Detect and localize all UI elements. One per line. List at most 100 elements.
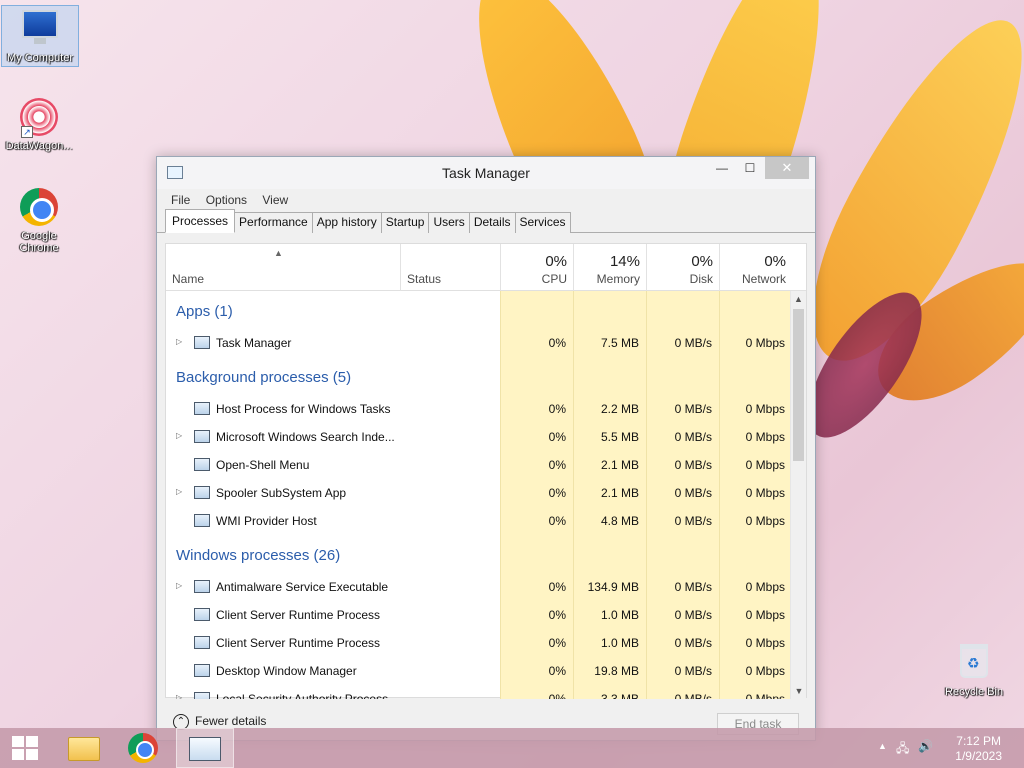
minimize-button[interactable]: — [707, 157, 737, 179]
desktop-icon-my-computer[interactable]: My Computer [1, 5, 79, 67]
disk-value: 0 MB/s [674, 664, 712, 678]
system-tray: ▲ 🖧 🔊 7:12 PM 1/9/2023 [864, 728, 1024, 768]
network-value: 0 Mbps [745, 692, 785, 699]
taskbar: ▲ 🖧 🔊 7:12 PM 1/9/2023 [0, 728, 1024, 768]
tab-app-history[interactable]: App history [311, 212, 382, 233]
task-manager-icon [189, 737, 221, 761]
process-row[interactable]: Host Process for Windows Tasks 0% 2.2 MB 0 … [166, 395, 792, 423]
title-bar[interactable]: Task Manager — ☐ ✕ [157, 157, 815, 189]
tab-users[interactable]: Users [428, 212, 470, 233]
tab-processes[interactable]: Processes [165, 209, 236, 233]
memory-value: 4.8 MB [600, 514, 639, 528]
process-name: Host Process for Windows Tasks [216, 402, 391, 416]
network-icon[interactable]: 🖧 [896, 739, 909, 760]
process-row[interactable]: Client Server Runtime Process 0% 1.0 MB 0 M… [166, 601, 792, 629]
tab-startup[interactable]: Startup [380, 212, 430, 233]
vertical-scrollbar[interactable]: ▲ ▼ [790, 291, 806, 699]
disk-value: 0 MB/s [674, 486, 712, 500]
column-header-memory[interactable]: 14% Memory [573, 244, 646, 291]
maximize-button[interactable]: ☐ [735, 157, 765, 179]
menu-view[interactable]: View [262, 189, 288, 211]
menu-bar: File Options View [157, 189, 815, 211]
disk-value: 0 MB/s [674, 608, 712, 622]
group-header-background[interactable]: Background processes (5) [166, 357, 792, 395]
scroll-up-icon[interactable]: ▲ [791, 291, 806, 307]
desktop-icon-datawagon[interactable]: ↗ DataWagon... [0, 98, 78, 152]
scroll-down-icon[interactable]: ▼ [791, 683, 807, 699]
taskbar-google-chrome[interactable] [116, 728, 170, 768]
cpu-value: 0% [548, 430, 566, 444]
process-row[interactable]: WMI Provider Host 0% 4.8 MB 0 MB/s 0 Mbps [166, 507, 792, 535]
network-value: 0 Mbps [745, 514, 785, 528]
desktop-icon-label: Recycle Bin [944, 686, 1004, 698]
cpu-value: 0% [548, 580, 566, 594]
expand-chevron-icon[interactable]: ▷ [176, 337, 182, 346]
disk-value: 0 MB/s [674, 636, 712, 650]
process-name: Client Server Runtime Process [216, 636, 381, 650]
network-value: 0 Mbps [745, 458, 785, 472]
disk-value: 0 MB/s [674, 402, 712, 416]
expand-chevron-icon[interactable]: ▷ [176, 431, 182, 440]
taskbar-file-explorer[interactable] [56, 728, 110, 768]
recycle-bin-icon [954, 644, 994, 684]
column-header-name[interactable]: ▲ Name [166, 244, 400, 291]
scrollbar-thumb[interactable] [793, 309, 804, 461]
process-row[interactable]: ▷ Spooler SubSystem App 0% 2.1 MB 0 MB/s 0 Mb… [166, 479, 792, 507]
cpu-value: 0% [548, 336, 566, 350]
memory-value: 1.0 MB [600, 608, 639, 622]
network-value: 0 Mbps [745, 636, 785, 650]
process-name: Microsoft Windows Search Inde... [216, 430, 395, 444]
volume-icon[interactable]: 🔊 [918, 739, 933, 753]
column-header-cpu[interactable]: 0% CPU [500, 244, 573, 291]
cpu-value: 0% [548, 608, 566, 622]
process-icon [194, 608, 210, 621]
chrome-icon [128, 733, 158, 763]
process-row[interactable]: Desktop Window Manager 0% 19.8 MB 0 MB/s 0 M… [166, 657, 792, 685]
close-button[interactable]: ✕ [765, 157, 809, 179]
task-manager-window: Task Manager — ☐ ✕ File Options View Pro… [156, 156, 816, 741]
chrome-icon [19, 188, 59, 228]
processes-panel: ▲ Name Status 0% CPU 14% Memory 0% Disk … [165, 243, 807, 699]
group-header-windows[interactable]: Windows processes (26) [166, 535, 792, 573]
expand-chevron-icon[interactable]: ▷ [176, 693, 182, 699]
fewer-details-label: Fewer details [195, 714, 267, 729]
clock[interactable]: 7:12 PM 1/9/2023 [955, 734, 1002, 764]
process-row[interactable]: ▷ Task Manager 0% 7.5 MB 0 MB/s 0 Mbps [166, 329, 792, 357]
desktop-icon-recycle-bin[interactable]: Recycle Bin [935, 642, 1013, 698]
group-title: Apps (1) [176, 303, 233, 320]
process-row[interactable]: Client Server Runtime Process 0% 1.0 MB 0 M… [166, 629, 792, 657]
tab-details[interactable]: Details [468, 212, 516, 233]
desktop-icon-google-chrome[interactable]: Google Chrome [0, 188, 78, 254]
cpu-value: 0% [548, 692, 566, 699]
process-row[interactable]: ▷ Antimalware Service Executable 0% 134.9 M… [166, 573, 792, 601]
desktop-icon-label: Google Chrome [19, 230, 59, 254]
network-value: 0 Mbps [745, 580, 785, 594]
datawagon-icon: ↗ [19, 98, 59, 138]
process-list: Apps (1) ▷ Task Manager 0% 7.5 MB 0 MB/s 0 Mbp… [166, 291, 792, 699]
memory-value: 134.9 MB [587, 580, 639, 594]
process-row[interactable]: ▷ Local Security Authority Process 0% 3.3 M… [166, 685, 792, 699]
menu-file[interactable]: File [171, 189, 190, 211]
show-hidden-icons-icon[interactable]: ▲ [878, 741, 887, 751]
expand-chevron-icon[interactable]: ▷ [176, 487, 182, 496]
windows-logo-icon [12, 736, 38, 760]
clock-time: 7:12 PM [956, 734, 1001, 748]
column-header-disk[interactable]: 0% Disk [646, 244, 719, 291]
menu-options[interactable]: Options [206, 189, 247, 211]
taskbar-task-manager[interactable] [176, 728, 234, 768]
process-row[interactable]: Open-Shell Menu 0% 2.1 MB 0 MB/s 0 Mbps [166, 451, 792, 479]
column-header-status[interactable]: Status [400, 244, 500, 291]
process-name: Desktop Window Manager [216, 664, 357, 678]
group-header-apps[interactable]: Apps (1) [166, 291, 792, 329]
search-indexer-icon [194, 430, 210, 443]
start-button[interactable] [0, 728, 54, 768]
column-header-network[interactable]: 0% Network [719, 244, 792, 291]
cpu-value: 0% [548, 402, 566, 416]
task-manager-icon [194, 336, 210, 349]
tab-services[interactable]: Services [514, 212, 571, 233]
memory-value: 19.8 MB [594, 664, 639, 678]
expand-chevron-icon[interactable]: ▷ [176, 581, 182, 590]
memory-value: 1.0 MB [600, 636, 639, 650]
tab-performance[interactable]: Performance [234, 212, 313, 233]
process-row[interactable]: ▷ Microsoft Windows Search Inde... 0% 5.5 M… [166, 423, 792, 451]
